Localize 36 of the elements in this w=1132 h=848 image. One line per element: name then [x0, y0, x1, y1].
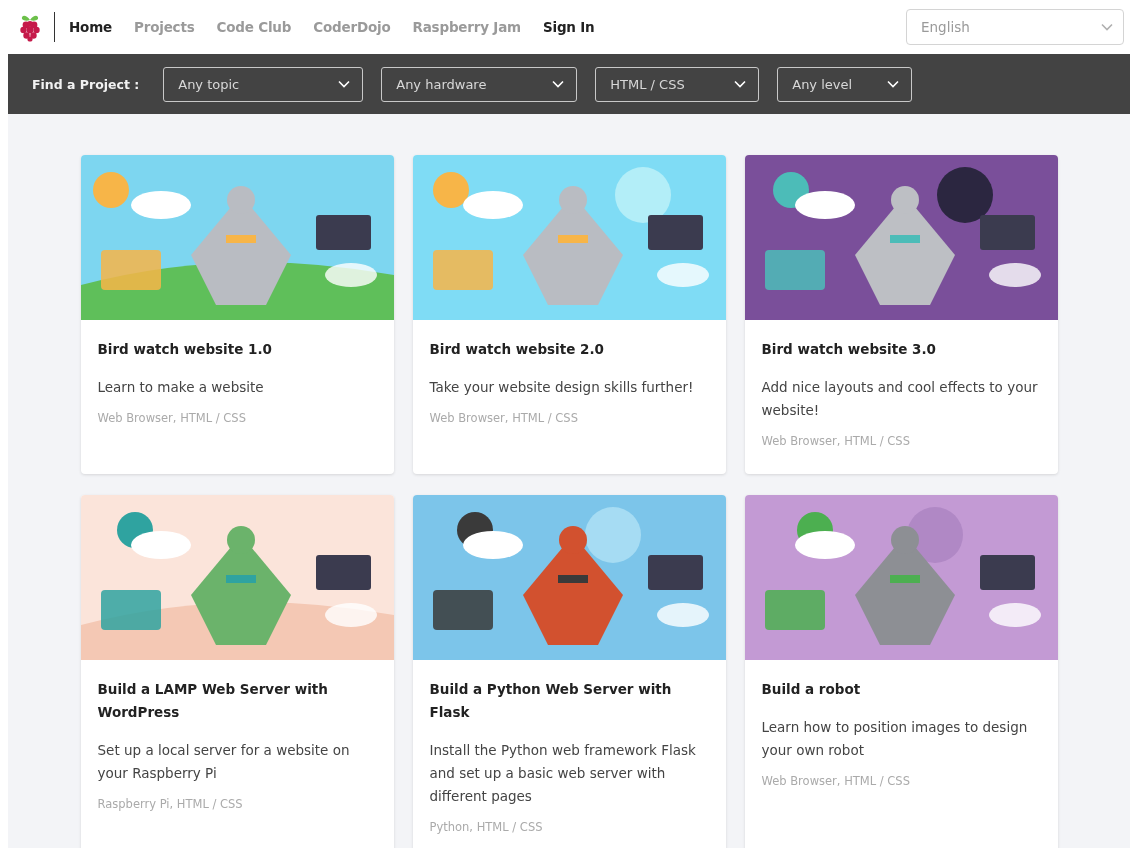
card-description: Add nice layouts and cool effects to your website! [761, 378, 1039, 420]
card-tags: Python, HTML / CSS [429, 818, 709, 836]
project-card[interactable]: Bird watch website 1.0 Learn to make a website Web Browser, HTML / CSS [80, 155, 394, 474]
filter-select[interactable]: Any level [777, 66, 913, 102]
card-title: Build a robot [761, 680, 862, 699]
nav-link[interactable]: Home [69, 19, 112, 35]
card-description: Learn to make a website [97, 378, 265, 397]
card-title: Bird watch website 2.0 [429, 340, 605, 359]
card-description: Set up a local server for a website on your Raspberry Pi [97, 741, 351, 783]
project-card[interactable]: Build a robot Learn how to position images to design your own robot Web Browser, HTML / CSS [744, 495, 1058, 848]
filter-label: Find a Project : [32, 76, 140, 92]
filter-select[interactable]: Any topic [163, 66, 364, 102]
chevron-down-icon [552, 80, 565, 88]
card-title: Bird watch website 3.0 [761, 340, 937, 359]
chevron-down-icon [887, 80, 900, 88]
project-card[interactable]: Bird watch website 3.0 Add nice layouts and cool effects to your website! Web Browser, HTML / CSS [744, 155, 1058, 474]
chevron-down-icon [338, 80, 351, 88]
filter-select[interactable]: HTML / CSS [595, 66, 760, 102]
card-description: Install the Python web framework Flask and set up a basic web server with different pages [429, 741, 697, 806]
card-description: Take your website design skills further! [429, 378, 695, 397]
sign-in-link[interactable]: Sign In [542, 19, 595, 35]
project-card[interactable]: Bird watch website 2.0 Take your website design skills further! Web Browser, HTML / CSS [412, 155, 726, 474]
filter-select[interactable]: Any hardware [381, 66, 578, 102]
card-description: Learn how to position images to design your own robot [761, 718, 1029, 760]
project-card[interactable]: Build a LAMP Web Server with WordPress Set up a local server for a website on your Raspberry Pi Raspberry Pi, HTML / CSS [80, 495, 394, 848]
card-title: Bird watch website 1.0 [97, 340, 273, 359]
project-card[interactable]: Build a Python Web Server with Flask Install the Python web framework Flask and set up a basic web server with different pages Python, HTML / CSS [412, 495, 726, 848]
card-title: Build a LAMP Web Server with WordPress [97, 680, 329, 722]
card-title: Build a Python Web Server with Flask [429, 680, 673, 722]
card-tags: Web Browser, HTML / CSS [761, 772, 1041, 790]
card-tags: Web Browser, HTML / CSS [429, 409, 709, 427]
card-tags: Web Browser, HTML / CSS [761, 432, 1041, 450]
chevron-down-icon [1101, 23, 1113, 31]
chevron-down-icon [734, 80, 747, 88]
card-tags: Web Browser, HTML / CSS [97, 409, 377, 427]
card-tags: Raspberry Pi, HTML / CSS [97, 795, 377, 813]
